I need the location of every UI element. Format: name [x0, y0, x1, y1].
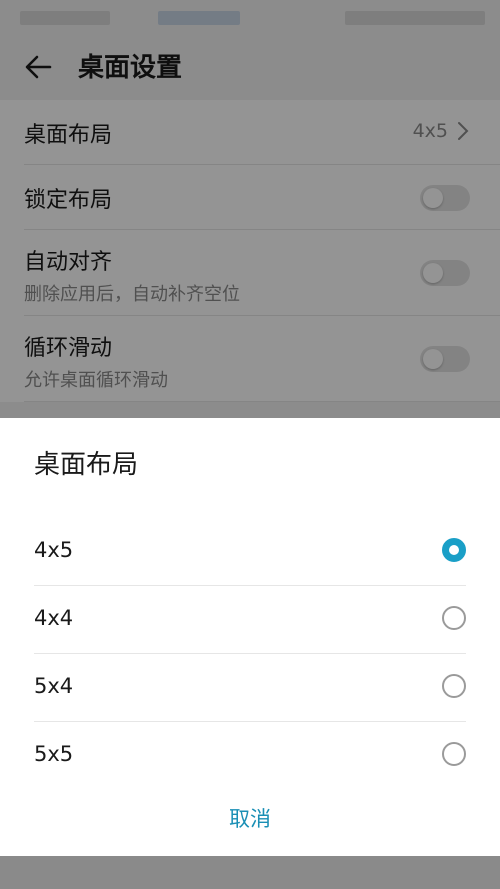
- option-label: 5x5: [34, 742, 74, 766]
- radio-unselected-icon[interactable]: [442, 606, 466, 630]
- layout-dialog: 桌面布局 4x5 4x4 5x4 5x5 取消: [0, 418, 500, 856]
- option-label: 5x4: [34, 674, 74, 698]
- layout-option-5x5[interactable]: 5x5: [34, 722, 466, 789]
- radio-unselected-icon[interactable]: [442, 674, 466, 698]
- cancel-button[interactable]: 取消: [0, 803, 500, 833]
- navigation-bar: [0, 856, 500, 889]
- layout-option-4x4[interactable]: 4x4: [34, 586, 466, 654]
- option-label: 4x4: [34, 606, 74, 630]
- radio-selected-icon[interactable]: [442, 538, 466, 562]
- option-label: 4x5: [34, 538, 74, 562]
- layout-options: 4x5 4x4 5x4 5x5: [34, 518, 466, 789]
- layout-option-4x5[interactable]: 4x5: [34, 518, 466, 586]
- dialog-title: 桌面布局: [34, 450, 139, 480]
- radio-unselected-icon[interactable]: [442, 742, 466, 766]
- layout-option-5x4[interactable]: 5x4: [34, 654, 466, 722]
